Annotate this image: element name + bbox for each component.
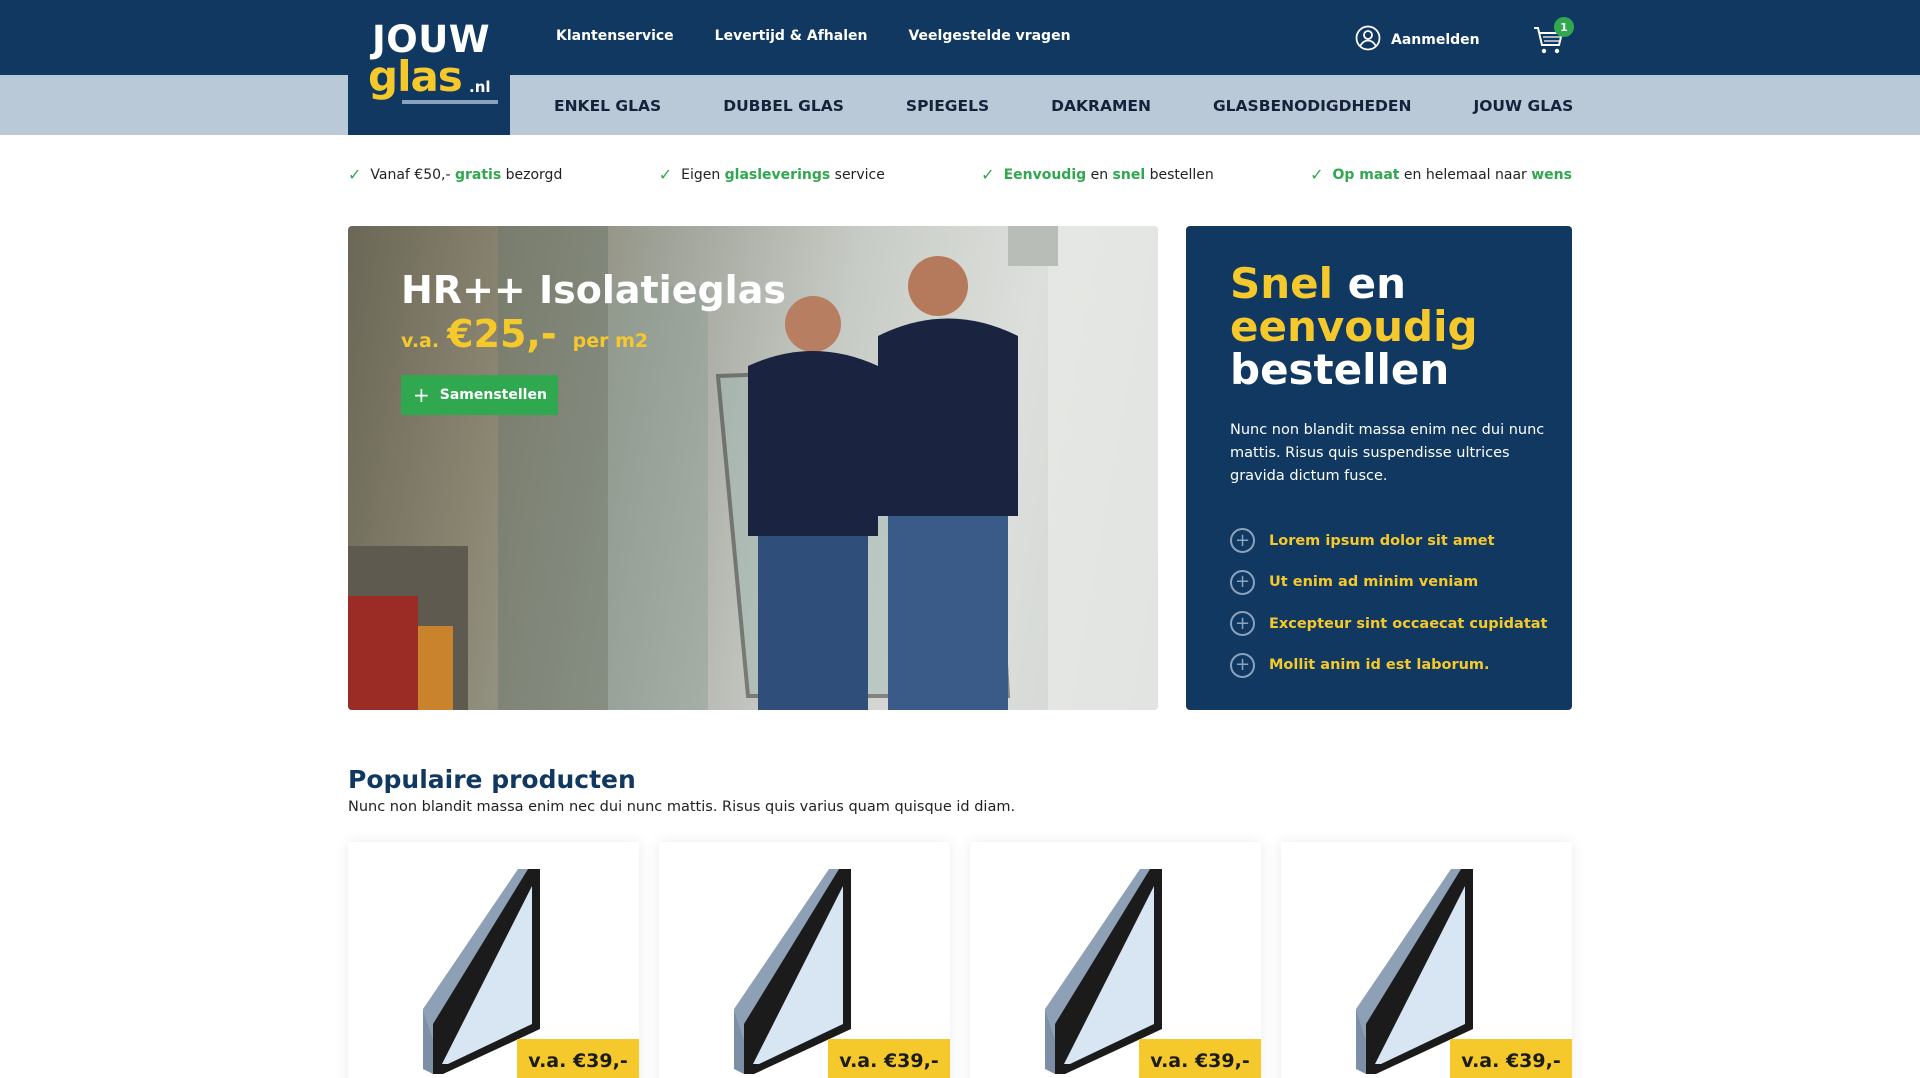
user-icon <box>1355 25 1381 55</box>
usp-text: Vanaf €50,- gratis bezorgd <box>370 166 563 183</box>
category-dakramen[interactable]: DAKRAMEN <box>1051 97 1151 115</box>
topnav-link-levertijd[interactable]: Levertijd & Afhalen <box>715 28 868 44</box>
hero-price: v.a. €25,- per m2 <box>401 312 648 356</box>
usp-item: ✓ Vanaf €50,- gratis bezorgd <box>348 165 562 184</box>
login-button[interactable]: Aanmelden <box>1355 25 1480 55</box>
plus-circle-icon: + <box>1230 652 1255 678</box>
product-grid: v.a. €39,- v.a. €39,- v.a. €39,- v.a. €3… <box>348 842 1572 1078</box>
check-icon: ✓ <box>981 165 995 184</box>
hero-banner: HR++ Isolatieglas v.a. €25,- per m2 + Sa… <box>348 226 1158 710</box>
usp-item: ✓ Op maat en helemaal naar wens <box>1310 165 1572 184</box>
hero-price-suffix: per m2 <box>572 330 649 352</box>
panel-text: Nunc non blandit massa enim nec dui nunc… <box>1230 422 1545 484</box>
logo-suffix-text: .nl <box>469 78 491 96</box>
hero-price-prefix: v.a. <box>401 330 440 352</box>
product-card[interactable]: v.a. €39,- <box>659 842 950 1078</box>
usp-item: ✓ Eenvoudig en snel bestellen <box>981 165 1214 184</box>
plus-circle-icon: + <box>1230 528 1255 554</box>
category-spiegels[interactable]: SPIEGELS <box>906 97 989 115</box>
panel-title: Snel en eenvoudig bestellen <box>1230 259 1478 394</box>
cart-count-badge: 1 <box>1554 17 1574 37</box>
usp-row: ✓ Vanaf €50,- gratis bezorgd ✓ Eigen gla… <box>348 165 1572 184</box>
login-label: Aanmelden <box>1391 32 1480 48</box>
section-title: Populaire producten <box>348 765 636 794</box>
hero-price-value: €25,- <box>447 312 557 356</box>
cart-button[interactable]: 1 <box>1532 17 1574 58</box>
category-jouw-glas[interactable]: JOUW GLAS <box>1473 97 1573 115</box>
site-logo[interactable]: JOUW glas .nl <box>348 0 510 135</box>
samenstellen-label: Samenstellen <box>439 387 547 403</box>
plus-circle-icon: + <box>1230 569 1255 595</box>
info-panel: Snel en eenvoudig bestellen Nunc non bla… <box>1186 226 1572 710</box>
panel-list: + Lorem ipsum dolor sit amet + Ut enim ad … <box>1230 520 1547 686</box>
product-price: v.a. €39,- <box>1139 1039 1261 1078</box>
top-nav: Klantenservice Levertijd & Afhalen Veelg… <box>556 28 1071 44</box>
product-price: v.a. €39,- <box>828 1039 950 1078</box>
category-dubbel-glas[interactable]: DUBBEL GLAS <box>723 97 844 115</box>
check-icon: ✓ <box>658 165 673 184</box>
plus-circle-icon: + <box>1230 611 1255 637</box>
product-card[interactable]: v.a. €39,- <box>1281 842 1572 1078</box>
product-card[interactable]: v.a. €39,- <box>970 842 1261 1078</box>
check-icon: ✓ <box>1310 165 1324 184</box>
logo-underline <box>402 100 498 104</box>
category-glasbenodigdheden[interactable]: GLASBENODIGDHEDEN <box>1213 97 1412 115</box>
topnav-link-klantenservice[interactable]: Klantenservice <box>556 28 674 44</box>
product-price: v.a. €39,- <box>517 1039 639 1078</box>
usp-item: ✓ Eigen glasleverings service <box>659 165 885 184</box>
category-enkel-glas[interactable]: ENKEL GLAS <box>554 97 661 115</box>
panel-list-item[interactable]: + Ut enim ad minim veniam <box>1230 562 1547 604</box>
panel-list-item[interactable]: + Mollit anim id est laborum. <box>1230 645 1547 687</box>
category-nav: ENKEL GLAS DUBBEL GLAS SPIEGELS DAKRAMEN… <box>554 97 1573 115</box>
logo-main-text: glas <box>368 52 463 101</box>
check-icon: ✓ <box>348 165 362 184</box>
plus-icon: + <box>413 383 430 407</box>
samenstellen-button[interactable]: + Samenstellen <box>401 375 558 415</box>
topnav-link-faq[interactable]: Veelgestelde vragen <box>908 28 1070 44</box>
section-subtitle: Nunc non blandit massa enim nec dui nunc… <box>348 799 1016 815</box>
hero-title: HR++ Isolatieglas <box>401 268 786 312</box>
product-price: v.a. €39,- <box>1450 1039 1572 1078</box>
panel-list-item[interactable]: + Excepteur sint occaecat cupidatat <box>1230 603 1547 645</box>
usp-text: Op maat en helemaal naar wens <box>1332 166 1572 183</box>
usp-text: Eigen glasleverings service <box>681 166 885 183</box>
panel-list-item[interactable]: + Lorem ipsum dolor sit amet <box>1230 520 1547 562</box>
usp-text: Eenvoudig en snel bestellen <box>1003 166 1214 183</box>
product-card[interactable]: v.a. €39,- <box>348 842 639 1078</box>
